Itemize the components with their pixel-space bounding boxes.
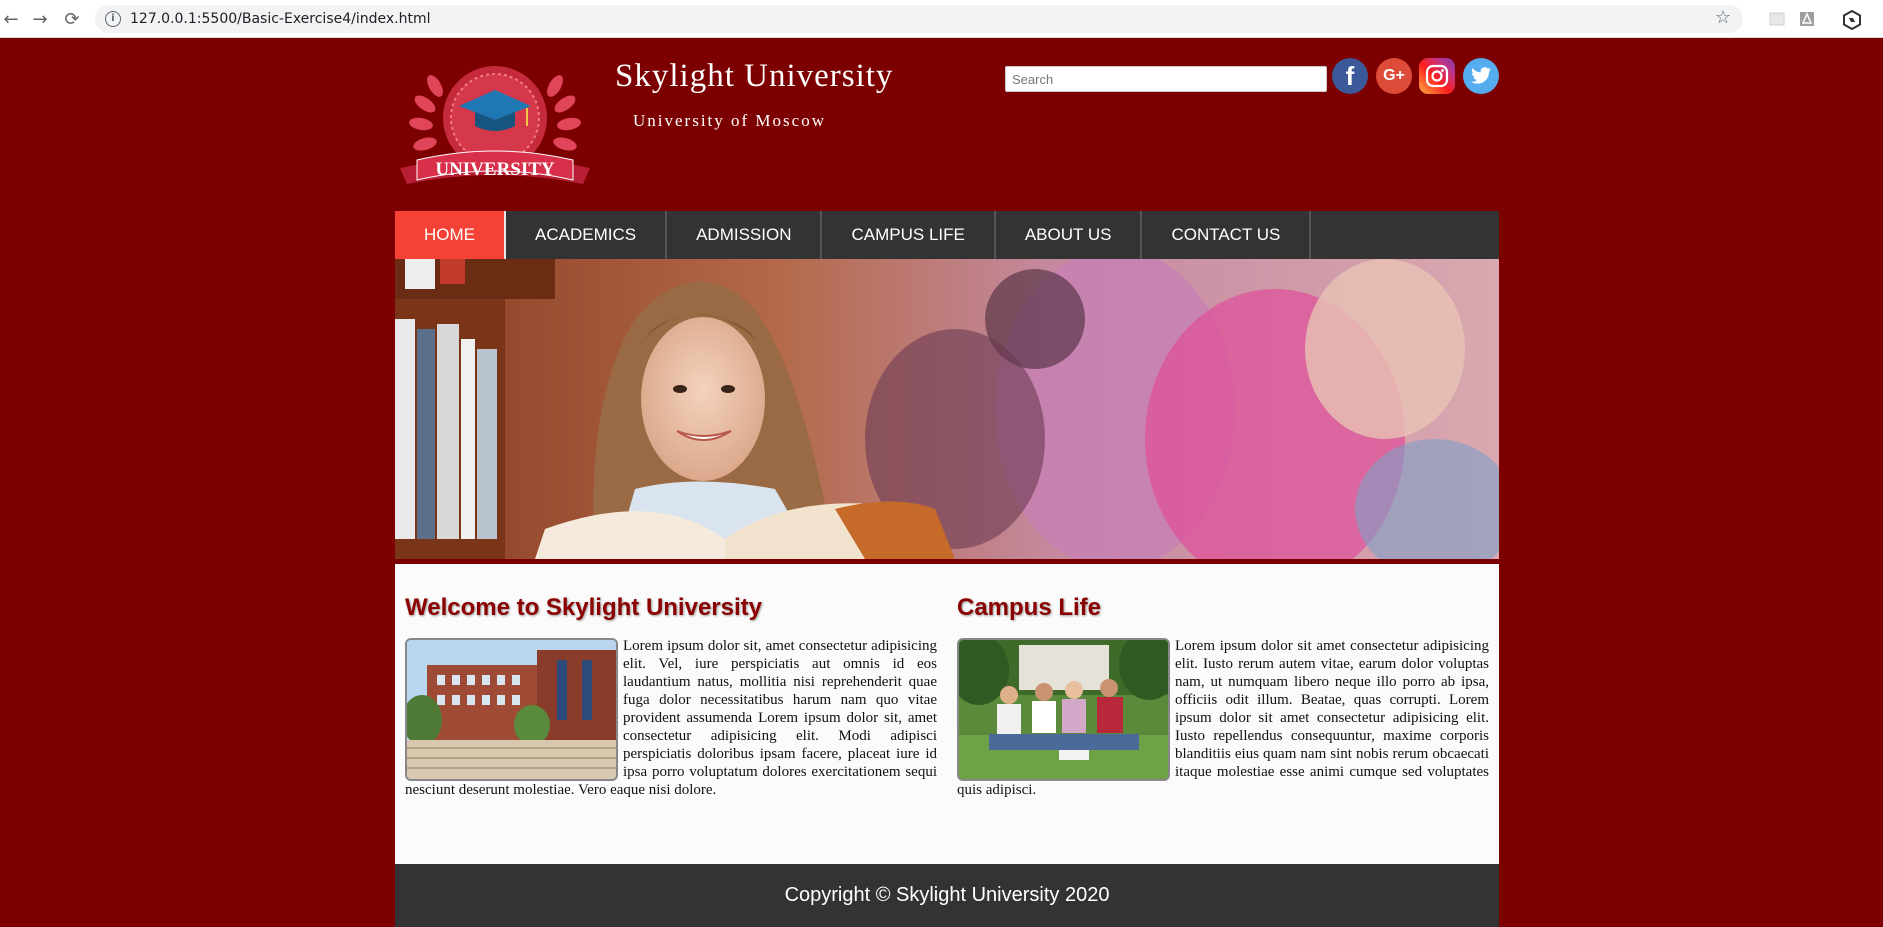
nav-item-contact-us[interactable]: CONTACT US — [1142, 211, 1312, 259]
university-logo[interactable]: UNIVERSITY — [395, 56, 595, 196]
google-plus-icon[interactable]: G+ — [1376, 58, 1412, 94]
students-image — [957, 638, 1170, 781]
nav-item-admission[interactable]: ADMISSION — [667, 211, 823, 259]
hero-banner-image — [395, 259, 1499, 559]
site-title: Skylight University — [615, 58, 894, 94]
campus-building-image — [405, 638, 618, 781]
nav-item-home[interactable]: HOME — [395, 211, 506, 259]
reload-icon[interactable]: ⟳ — [61, 8, 83, 30]
pdf-extension-icon[interactable] — [1798, 10, 1816, 28]
google-plus-glyph: G+ — [1383, 67, 1405, 84]
main-navbar: HOME ACADEMICS ADMISSION CAMPUS LIFE ABO… — [395, 211, 1499, 259]
campus-life-column: Campus Life Lorem ipsum dolor sit amet c… — [957, 564, 1489, 799]
url-text[interactable]: 127.0.0.1:5500/Basic-Exercise4/index.htm… — [130, 11, 431, 27]
bookmark-star-icon[interactable]: ☆ — [1715, 7, 1731, 28]
copyright-text: Copyright © Skylight University 2020 — [784, 884, 1110, 906]
nav-item-campus-life[interactable]: CAMPUS LIFE — [822, 211, 996, 259]
campus-life-heading: Campus Life — [957, 594, 1102, 621]
welcome-paragraph: Lorem ipsum dolor sit, amet consectetur … — [405, 637, 937, 799]
facebook-glyph: f — [1345, 60, 1355, 91]
content-section: Welcome to Skylight University Lorem ips… — [395, 564, 1499, 864]
address-bar[interactable]: i 127.0.0.1:5500/Basic-Exercise4/index.h… — [95, 5, 1743, 33]
campus-life-paragraph: Lorem ipsum dolor sit amet consectetur a… — [957, 637, 1489, 799]
instagram-icon[interactable] — [1419, 58, 1455, 94]
footer: Copyright © Skylight University 2020 — [395, 864, 1499, 927]
welcome-heading: Welcome to Skylight University — [405, 594, 762, 621]
search-input[interactable] — [1005, 66, 1327, 92]
welcome-column: Welcome to Skylight University Lorem ips… — [405, 564, 937, 799]
logo-text: UNIVERSITY — [435, 159, 555, 180]
browser-toolbar: ← → ⟳ i 127.0.0.1:5500/Basic-Exercise4/i… — [0, 0, 1883, 38]
back-icon[interactable]: ← — [0, 8, 22, 30]
forward-icon[interactable]: → — [29, 8, 51, 30]
nav-item-about-us[interactable]: ABOUT US — [996, 211, 1143, 259]
site-subtitle: University of Moscow — [633, 111, 826, 130]
page: UNIVERSITY Skylight University Universit… — [395, 38, 1499, 927]
nav-item-academics[interactable]: ACADEMICS — [506, 211, 668, 259]
twitter-icon[interactable] — [1463, 58, 1499, 94]
facebook-icon[interactable]: f — [1332, 58, 1368, 94]
security-extension-icon[interactable] — [1842, 9, 1861, 31]
extension-icon[interactable] — [1768, 10, 1786, 28]
info-icon[interactable]: i — [105, 11, 121, 27]
